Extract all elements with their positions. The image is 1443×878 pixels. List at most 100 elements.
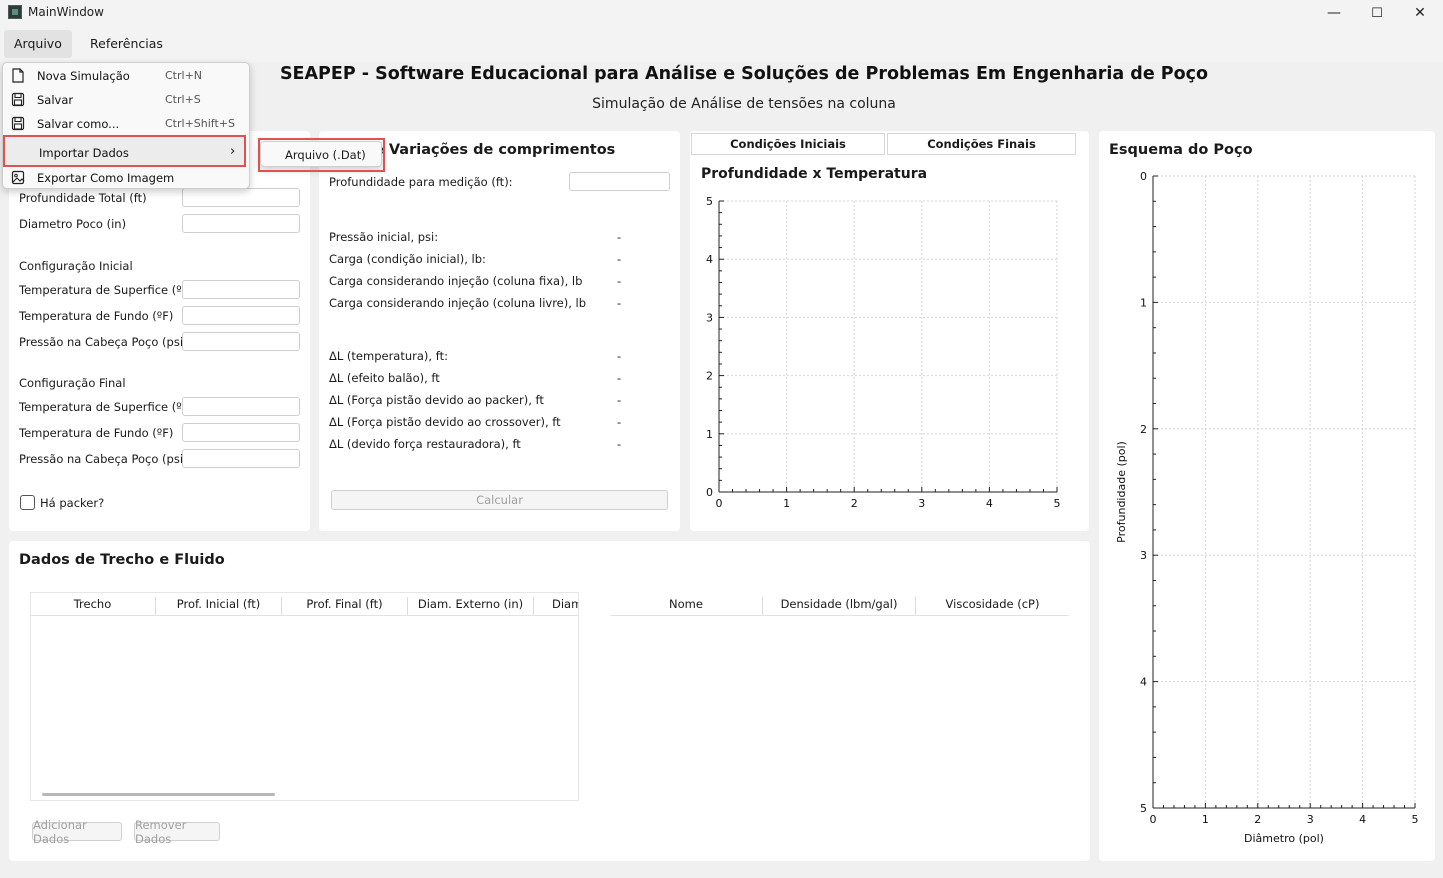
final-bottom-temp-label: Temperatura de Fundo (ºF) bbox=[19, 426, 174, 440]
app-icon bbox=[8, 5, 22, 19]
x-tick-label: 1 bbox=[783, 497, 790, 510]
x-tick-label: 2 bbox=[851, 497, 858, 510]
packer-checkbox[interactable] bbox=[20, 495, 35, 510]
x-tick-label: 4 bbox=[986, 497, 993, 510]
delta-label: ΔL (Força pistão devido ao packer), ft bbox=[329, 393, 544, 407]
initial-bottom-temp-input[interactable] bbox=[182, 306, 300, 325]
final-head-pressure-input[interactable] bbox=[182, 449, 300, 468]
segment-table[interactable] bbox=[30, 592, 579, 801]
column-header[interactable]: Densidade (lbm/gal) bbox=[763, 597, 916, 615]
well-diameter-label: Diametro Poco (in) bbox=[19, 217, 127, 231]
well-schematic-title: Esquema do Poço bbox=[1109, 142, 1253, 158]
y-tick-label: 4 bbox=[1140, 676, 1147, 689]
final-bottom-temp-input[interactable] bbox=[182, 423, 300, 442]
final-surface-temp-label: Temperatura de Superfice (ºF) bbox=[19, 400, 193, 414]
y-axis-label: Profundidade (pol) bbox=[1115, 441, 1128, 543]
result-label: Carga considerando injeção (coluna livre… bbox=[329, 296, 587, 310]
menu-item-salvar[interactable]: Salvar Ctrl+S bbox=[8, 89, 244, 111]
column-header[interactable]: Diam bbox=[534, 597, 578, 615]
well-diameter-input[interactable] bbox=[182, 214, 300, 233]
column-header[interactable]: Trecho bbox=[30, 597, 156, 615]
temperature-chart: 0 1 2 3 4 5 0 1 2 3 4 5 bbox=[706, 195, 1061, 510]
submenu-item-arquivo-dat[interactable]: Arquivo (.Dat) bbox=[258, 138, 385, 172]
initial-surface-temp-input[interactable] bbox=[182, 280, 300, 299]
delta-value: - bbox=[617, 371, 622, 385]
menu-item-label: Importar Dados bbox=[39, 146, 129, 160]
measure-depth-input[interactable] bbox=[569, 172, 670, 191]
x-tick-label: 0 bbox=[716, 497, 723, 510]
total-depth-input[interactable] bbox=[182, 188, 300, 207]
new-file-icon bbox=[12, 68, 24, 83]
y-tick-label: 5 bbox=[706, 195, 713, 208]
result-label: Carga (condição inicial), lb: bbox=[329, 252, 486, 266]
menu-item-exportar-imagem[interactable]: Exportar Como Imagem bbox=[8, 167, 244, 189]
column-header[interactable]: Nome bbox=[610, 597, 763, 615]
final-head-pressure-label: Pressão na Cabeça Poço (psi) bbox=[19, 452, 188, 466]
delta-value: - bbox=[617, 437, 622, 451]
menu-item-nova-simulacao[interactable]: Nova Simulação Ctrl+N bbox=[8, 65, 244, 87]
initial-config-heading: Configuração Inicial bbox=[19, 259, 133, 273]
floppy-disk-icon bbox=[11, 116, 25, 131]
total-depth-label: Profundidade Total (ft) bbox=[19, 191, 147, 205]
delta-label: ΔL (devido força restauradora), ft bbox=[329, 437, 521, 451]
window-title: MainWindow bbox=[28, 5, 104, 19]
result-value: - bbox=[617, 296, 622, 310]
menu-referencias[interactable]: Referências bbox=[80, 30, 173, 58]
results-panel bbox=[319, 131, 680, 531]
menu-item-importar-dados[interactable]: Importar Dados › bbox=[3, 135, 246, 167]
delta-label: ΔL (Força pistão devido ao crossover), f… bbox=[329, 415, 561, 429]
x-tick-label: 3 bbox=[918, 497, 925, 510]
calculate-button[interactable]: Calcular bbox=[331, 490, 668, 510]
x-tick-label: 2 bbox=[1254, 813, 1261, 826]
remove-data-button[interactable]: Remover Dados bbox=[134, 818, 220, 846]
table-header-divider bbox=[30, 615, 579, 616]
y-tick-label: 1 bbox=[1140, 296, 1147, 309]
table-header-divider bbox=[610, 615, 1069, 616]
well-schematic-chart: 0 1 2 3 4 5012345Diâmetro (pol)Profundidade (… bbox=[1115, 170, 1419, 845]
image-icon bbox=[11, 170, 25, 185]
minimize-button[interactable]: — bbox=[1311, 0, 1357, 26]
menu-item-salvar-como[interactable]: Salvar como... Ctrl+Shift+S bbox=[8, 113, 244, 135]
x-tick-label: 5 bbox=[1412, 813, 1419, 826]
y-tick-label: 2 bbox=[706, 370, 713, 383]
menu-arquivo[interactable]: Arquivo bbox=[4, 30, 72, 58]
result-value: - bbox=[617, 274, 622, 288]
segment-fluid-title: Dados de Trecho e Fluido bbox=[19, 552, 225, 568]
close-button[interactable]: ✕ bbox=[1397, 0, 1443, 26]
menu-item-shortcut: Ctrl+N bbox=[165, 69, 203, 82]
initial-head-pressure-label: Pressão na Cabeça Poço (psi) bbox=[19, 335, 188, 349]
column-header[interactable]: Viscosidade (cP) bbox=[916, 597, 1069, 615]
result-value: - bbox=[617, 230, 622, 244]
chevron-right-icon: › bbox=[230, 144, 236, 159]
measure-depth-label: Profundidade para medição (ft): bbox=[329, 175, 513, 189]
x-tick-label: 0 bbox=[1150, 813, 1157, 826]
y-tick-label: 3 bbox=[706, 311, 713, 324]
column-header[interactable]: Prof. Inicial (ft) bbox=[156, 597, 282, 615]
floppy-disk-icon bbox=[11, 92, 25, 107]
y-tick-label: 0 bbox=[1140, 170, 1147, 183]
maximize-button[interactable]: ☐ bbox=[1354, 0, 1400, 26]
menu-item-label: Salvar bbox=[37, 93, 74, 107]
menu-item-label: Exportar Como Imagem bbox=[37, 171, 175, 185]
tab-initial-conditions[interactable]: Condições Iniciais bbox=[691, 133, 885, 155]
y-tick-label: 3 bbox=[1140, 549, 1147, 562]
column-header[interactable]: Diam. Externo (in) bbox=[408, 597, 534, 615]
final-surface-temp-input[interactable] bbox=[182, 397, 300, 416]
y-tick-label: 2 bbox=[1140, 423, 1147, 436]
submenu-item-label: Arquivo (.Dat) bbox=[285, 148, 366, 162]
fluid-table[interactable] bbox=[610, 592, 1069, 801]
horizontal-scrollbar[interactable] bbox=[42, 793, 275, 796]
y-tick-label: 5 bbox=[1140, 802, 1147, 815]
y-tick-label: 0 bbox=[706, 486, 713, 499]
x-tick-label: 1 bbox=[1202, 813, 1209, 826]
menu-bar bbox=[0, 26, 1443, 62]
x-tick-label: 4 bbox=[1359, 813, 1366, 826]
initial-head-pressure-input[interactable] bbox=[182, 332, 300, 351]
final-config-heading: Configuração Final bbox=[19, 376, 126, 390]
menu-item-label: Salvar como... bbox=[37, 117, 120, 131]
tab-final-conditions[interactable]: Condições Finais bbox=[887, 133, 1076, 155]
menu-item-label: Nova Simulação bbox=[37, 69, 130, 83]
column-header[interactable]: Prof. Final (ft) bbox=[282, 597, 408, 615]
initial-bottom-temp-label: Temperatura de Fundo (ºF) bbox=[19, 309, 174, 323]
add-data-button[interactable]: Adicionar Dados bbox=[32, 818, 122, 846]
